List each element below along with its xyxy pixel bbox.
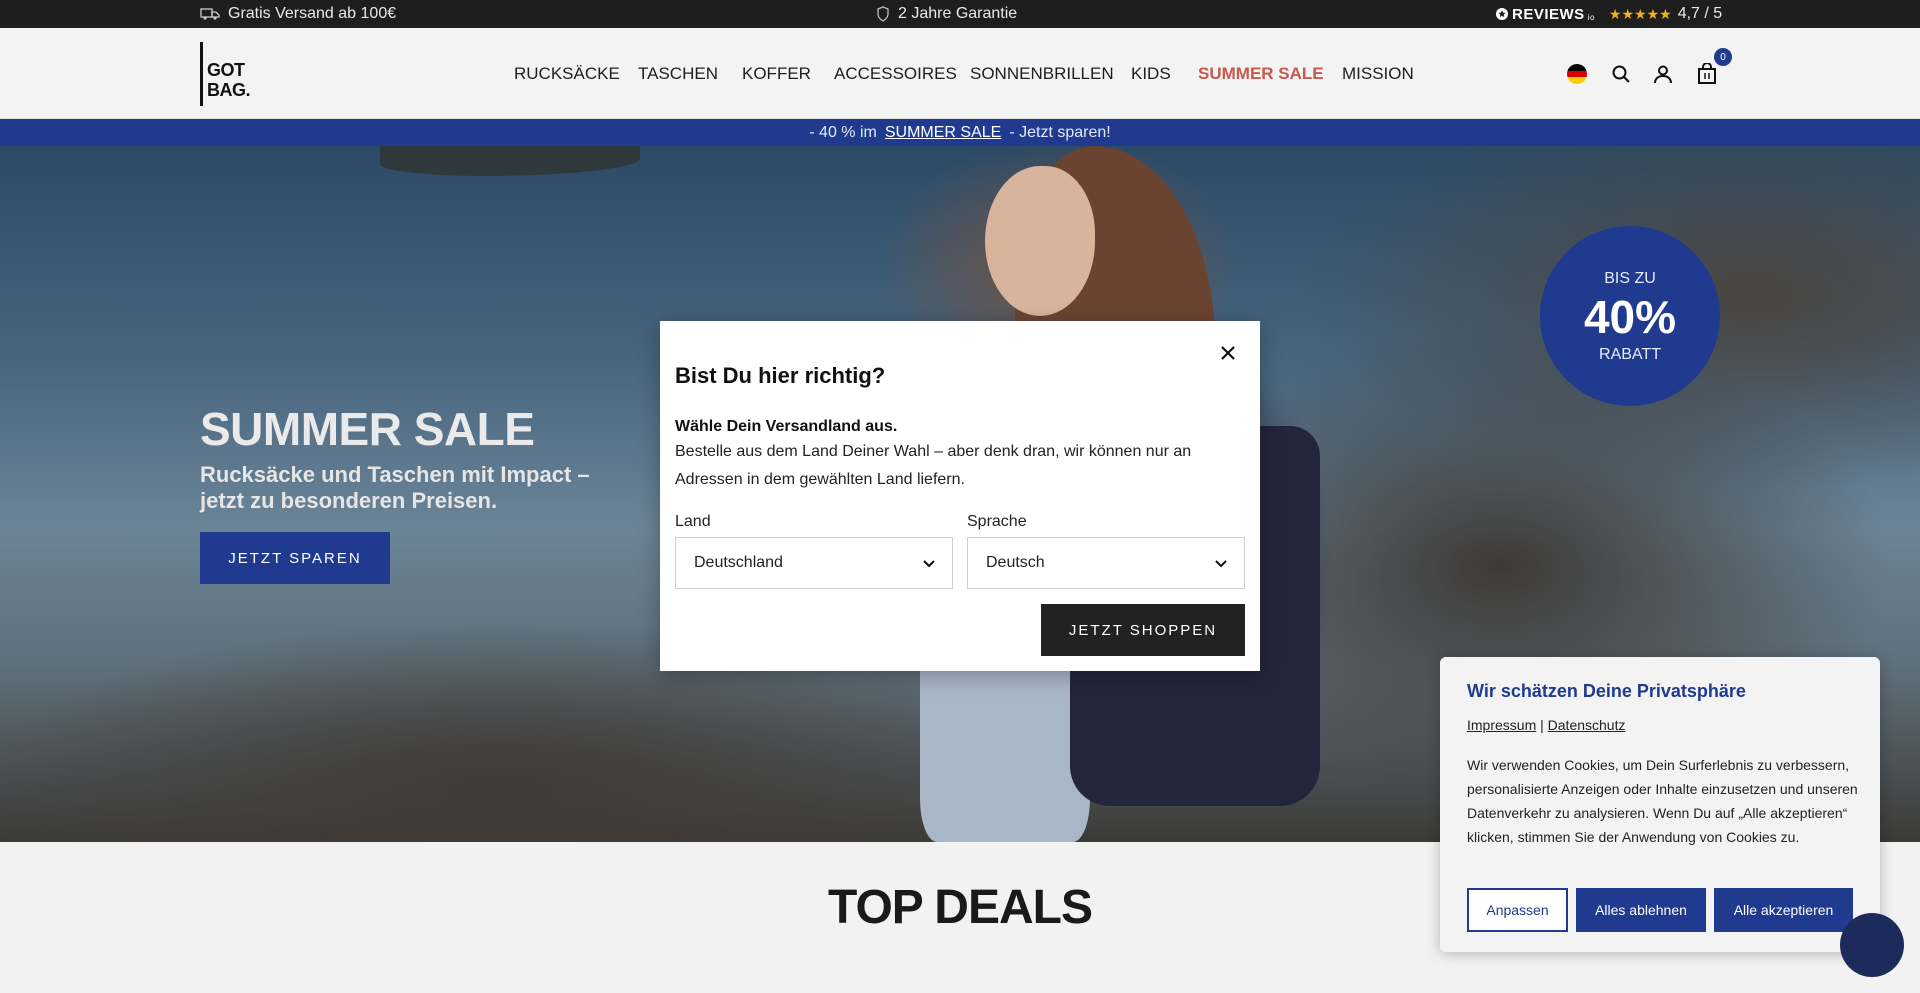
warranty-info: 2 Jahre Garantie	[876, 0, 1017, 28]
cookie-customize-button[interactable]: Anpassen	[1467, 888, 1568, 932]
logo-line-2: BAG.	[207, 80, 251, 100]
hero-subtitle: Rucksäcke und Taschen mit Impact – jetzt…	[200, 462, 590, 513]
promo-bar: - 40 % im SUMMER SALE - Jetzt sparen!	[0, 119, 1920, 146]
shield-icon	[876, 6, 890, 22]
nav-rucksaecke[interactable]: RUCKSÄCKE	[514, 64, 620, 84]
hero-cta-button[interactable]: JETZT SPAREN	[200, 532, 390, 584]
warranty-text: 2 Jahre Garantie	[898, 5, 1018, 22]
truck-icon	[200, 7, 220, 21]
link-separator: |	[1540, 717, 1544, 733]
impressum-link[interactable]: Impressum	[1467, 717, 1536, 733]
cookie-title: Wir schätzen Deine Privatsphäre	[1467, 681, 1746, 701]
modal-description: Bestelle aus dem Land Deiner Wahl – aber…	[675, 443, 1192, 488]
promo-prefix: - 40 % im	[809, 123, 877, 141]
nav-mission[interactable]: MISSION	[1342, 64, 1414, 84]
badge-value: 40%	[1583, 291, 1677, 343]
language-label: Sprache	[967, 513, 1027, 530]
shipping-info: Gratis Versand ab 100€	[200, 0, 396, 28]
hero-image-rocks	[380, 146, 640, 176]
country-select-value: Deutschland	[694, 554, 783, 571]
nav-koffer[interactable]: KOFFER	[742, 64, 811, 84]
badge-bottom-text: RABATT	[1599, 346, 1661, 363]
cookie-consent-banner: Wir schätzen Deine Privatsphäre Impressu…	[1440, 657, 1880, 952]
nav-sonnenbrillen[interactable]: SONNENBRILLEN	[970, 64, 1114, 84]
datenschutz-link[interactable]: Datenschutz	[1548, 717, 1626, 733]
gotbag-logo[interactable]: GOT BAG.	[200, 42, 251, 106]
nav-accessoires[interactable]: ACCESSOIRES	[834, 64, 957, 84]
modal-lead: Wähle Dein Versandland aus.	[675, 418, 898, 435]
discount-badge: BIS ZU 40% RABATT	[1540, 226, 1720, 406]
close-icon[interactable]	[1216, 341, 1240, 365]
rating-value: 4,7 / 5	[1677, 5, 1723, 22]
country-selector-modal: Bist Du hier richtig? Wähle Dein Versand…	[660, 321, 1260, 671]
cookie-description: Wir verwenden Cookies, um Dein Surferleb…	[1467, 757, 1858, 845]
reviews-info[interactable]: REVIEWS io ★★★★★ 4,7 / 5	[1495, 0, 1722, 28]
language-select-value: Deutsch	[986, 554, 1045, 571]
country-label: Land	[675, 513, 711, 530]
badge-top-text: BIS ZU	[1604, 270, 1656, 287]
cookie-reject-button[interactable]: Alles ablehnen	[1576, 888, 1706, 932]
shopping-bag-icon[interactable]	[1695, 62, 1719, 86]
reviews-brand-suffix: io	[1587, 12, 1595, 22]
shipping-text: Gratis Versand ab 100€	[228, 5, 397, 22]
hero-title: SUMMER SALE	[200, 403, 535, 455]
chevron-down-icon	[922, 556, 936, 575]
search-icon[interactable]	[1609, 62, 1633, 86]
nav-kids[interactable]: KIDS	[1131, 64, 1171, 84]
germany-flag-icon[interactable]	[1565, 62, 1589, 86]
language-select[interactable]: Deutsch	[967, 537, 1245, 589]
modal-title: Bist Du hier richtig?	[675, 363, 886, 388]
reviews-logo-icon: REVIEWS io	[1495, 6, 1595, 23]
shop-now-button[interactable]: JETZT SHOPPEN	[1041, 604, 1245, 656]
promo-suffix: - Jetzt sparen!	[1009, 123, 1111, 141]
logo-line-1: GOT	[207, 60, 245, 80]
promo-sale-link[interactable]: SUMMER SALE	[885, 124, 1001, 142]
cookie-accept-button[interactable]: Alle akzeptieren	[1714, 888, 1853, 932]
chevron-down-icon	[1214, 556, 1228, 575]
site-header: GOT BAG. RUCKSÄCKE TASCHEN KOFFER ACCESS…	[0, 28, 1920, 119]
user-icon[interactable]	[1651, 62, 1675, 86]
reviews-brand: REVIEWS	[1512, 5, 1585, 23]
nav-summer-sale[interactable]: SUMMER SALE	[1198, 64, 1324, 84]
cookie-legal-links: Impressum | Datenschutz	[1467, 717, 1625, 733]
country-select[interactable]: Deutschland	[675, 537, 953, 589]
nav-taschen[interactable]: TASCHEN	[638, 64, 718, 84]
top-info-bar: Gratis Versand ab 100€ 2 Jahre Garantie …	[0, 0, 1920, 28]
hero-image-face	[985, 166, 1095, 316]
cart-count-badge: 0	[1714, 48, 1732, 66]
rating-stars: ★★★★★	[1608, 5, 1672, 22]
chat-icon[interactable]	[1840, 913, 1904, 977]
